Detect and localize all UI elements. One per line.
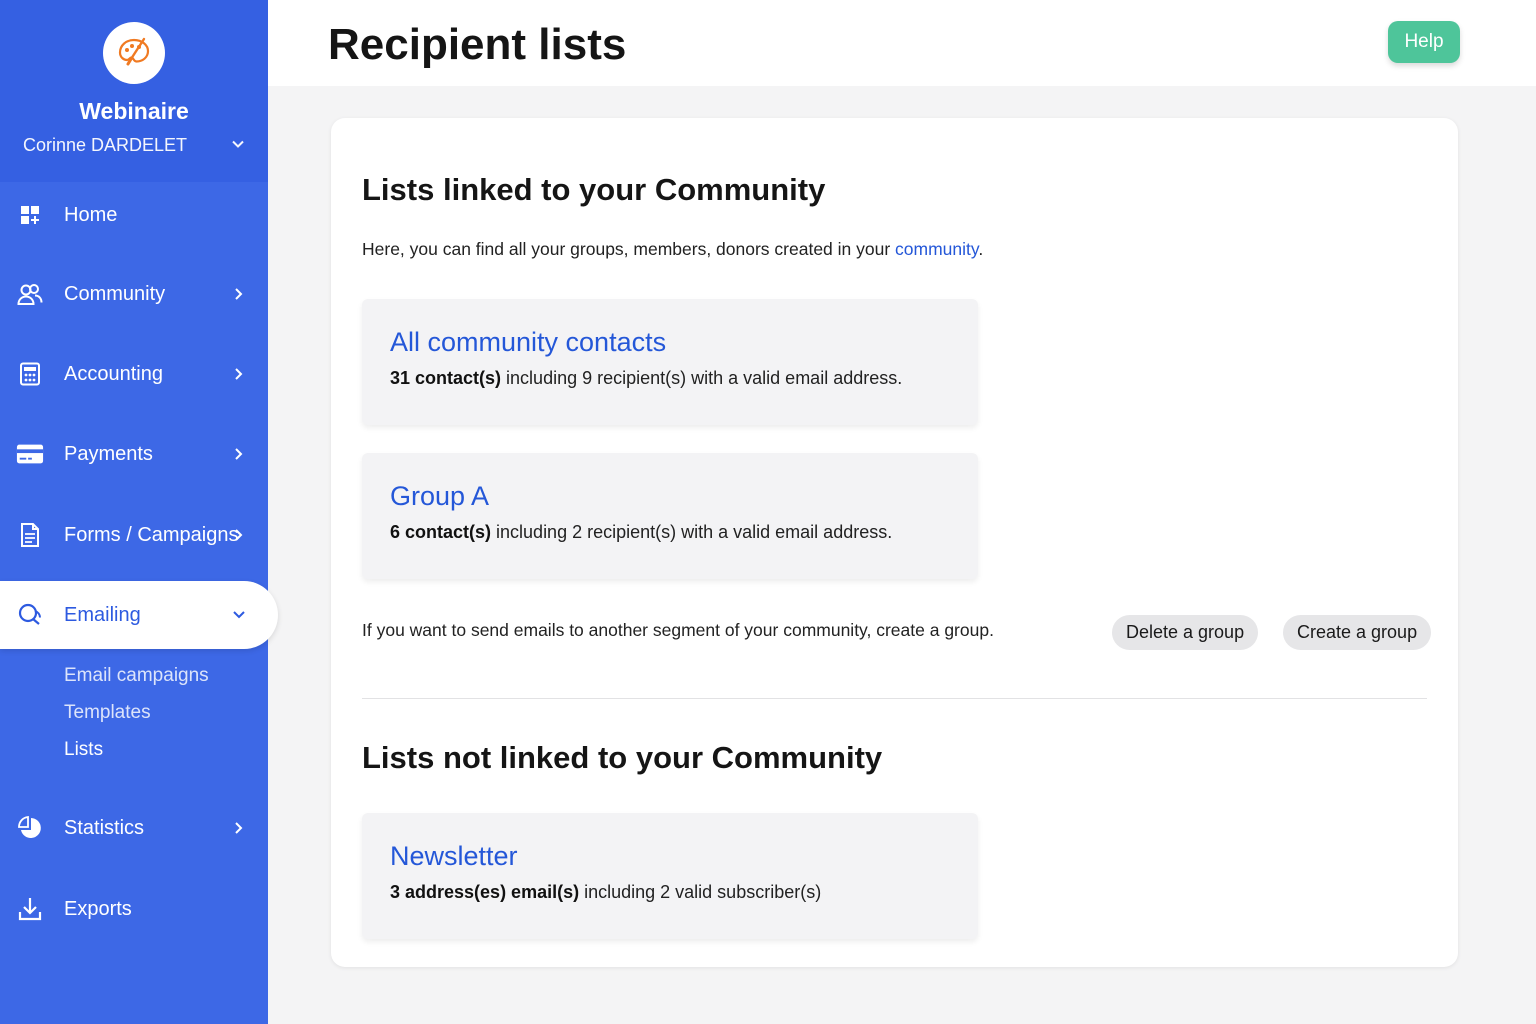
sidebar-item-label: Exports: [64, 897, 132, 920]
delete-group-button[interactable]: Delete a group: [1112, 615, 1259, 650]
chevron-right-icon: [230, 526, 248, 544]
sidebar-item-label: Forms / Campaigns: [64, 523, 239, 546]
sidebar-subitem-lists[interactable]: Lists: [64, 739, 103, 761]
credit-card-icon: [16, 440, 44, 468]
sidebar-item-label: Payments: [64, 442, 153, 465]
section-divider: [362, 698, 1427, 699]
list-detail: including 9 recipient(s) with a valid em…: [501, 368, 903, 388]
chevron-right-icon: [230, 365, 248, 383]
sidebar-item-label: Statistics: [64, 816, 145, 839]
list-detail: including 2 valid subscriber(s): [579, 882, 822, 902]
sidebar-subitem-templates[interactable]: Templates: [64, 702, 151, 724]
recipient-lists-card: Lists linked to your Community Here, you…: [331, 118, 1458, 967]
list-description: 6 contact(s) including 2 recipient(s) wi…: [390, 522, 892, 543]
user-name: Corinne DARDELET: [23, 135, 188, 155]
organization-header: Webinaire Corinne DARDELET: [0, 0, 268, 182]
list-count: 31 contact(s): [390, 368, 502, 388]
sidebar-item-statistics[interactable]: Statistics: [0, 798, 268, 858]
list-name[interactable]: Newsletter: [390, 841, 518, 872]
list-card-newsletter[interactable]: Newsletter 3 address(es) email(s) includ…: [362, 813, 978, 939]
list-description: 3 address(es) email(s) including 2 valid…: [390, 882, 821, 903]
dashboard-icon: [16, 201, 44, 229]
page-header: Recipient lists Help: [268, 0, 1536, 86]
list-count: 6 contact(s): [390, 522, 492, 542]
sidebar-item-label: Accounting: [64, 362, 163, 385]
intro-suffix: .: [978, 239, 984, 259]
chevron-down-icon: [231, 135, 245, 156]
list-count: 3 address(es) email(s): [390, 882, 580, 902]
sidebar-item-emailing[interactable]: Emailing: [0, 581, 278, 649]
sidebar-item-forms-campaigns[interactable]: Forms / Campaigns: [0, 505, 268, 565]
chevron-right-icon: [230, 445, 248, 463]
sidebar-item-payments[interactable]: Payments: [0, 424, 268, 484]
list-detail: including 2 recipient(s) with a valid em…: [491, 522, 893, 542]
linked-lists-intro: Here, you can find all your groups, memb…: [362, 239, 983, 260]
sidebar-item-label: Community: [64, 282, 166, 305]
user-switcher[interactable]: Corinne DARDELET: [23, 135, 245, 156]
sidebar-item-label: Home: [64, 203, 118, 226]
unlinked-lists-heading: Lists not linked to your Community: [362, 740, 883, 775]
calculator-icon: [16, 360, 44, 388]
sidebar-item-exports[interactable]: Exports: [0, 879, 268, 939]
help-button[interactable]: Help: [1388, 21, 1460, 63]
document-icon: [16, 521, 44, 549]
sidebar-subitem-email-campaigns[interactable]: Email campaigns: [64, 665, 209, 687]
list-card-all-community-contacts[interactable]: All community contacts 31 contact(s) inc…: [362, 299, 978, 425]
intro-text: Here, you can find all your groups, memb…: [362, 239, 896, 259]
linked-lists-heading: Lists linked to your Community: [362, 172, 826, 207]
sidebar: Webinaire Corinne DARDELET Home Communit…: [0, 0, 278, 1024]
palette-logo-icon[interactable]: [103, 22, 165, 84]
users-icon: [16, 280, 44, 308]
community-link[interactable]: community: [895, 239, 978, 259]
page-title: Recipient lists: [328, 20, 627, 69]
list-name[interactable]: Group A: [390, 481, 489, 512]
chat-icon: [16, 601, 44, 629]
chevron-right-icon: [230, 819, 248, 837]
list-card-group-a[interactable]: Group A 6 contact(s) including 2 recipie…: [362, 453, 978, 579]
chevron-down-icon: [230, 606, 248, 624]
pie-chart-icon: [16, 814, 44, 842]
download-icon: [16, 895, 44, 923]
list-description: 31 contact(s) including 9 recipient(s) w…: [390, 368, 902, 389]
sidebar-item-home[interactable]: Home: [0, 185, 268, 245]
sidebar-item-accounting[interactable]: Accounting: [0, 344, 268, 404]
organization-name: Webinaire: [79, 98, 189, 124]
create-group-hint: If you want to send emails to another se…: [362, 620, 994, 640]
sidebar-item-community[interactable]: Community: [0, 264, 268, 324]
chevron-right-icon: [230, 285, 248, 303]
list-name[interactable]: All community contacts: [390, 327, 666, 358]
sidebar-item-label: Emailing: [64, 603, 141, 626]
create-group-button[interactable]: Create a group: [1283, 615, 1432, 650]
